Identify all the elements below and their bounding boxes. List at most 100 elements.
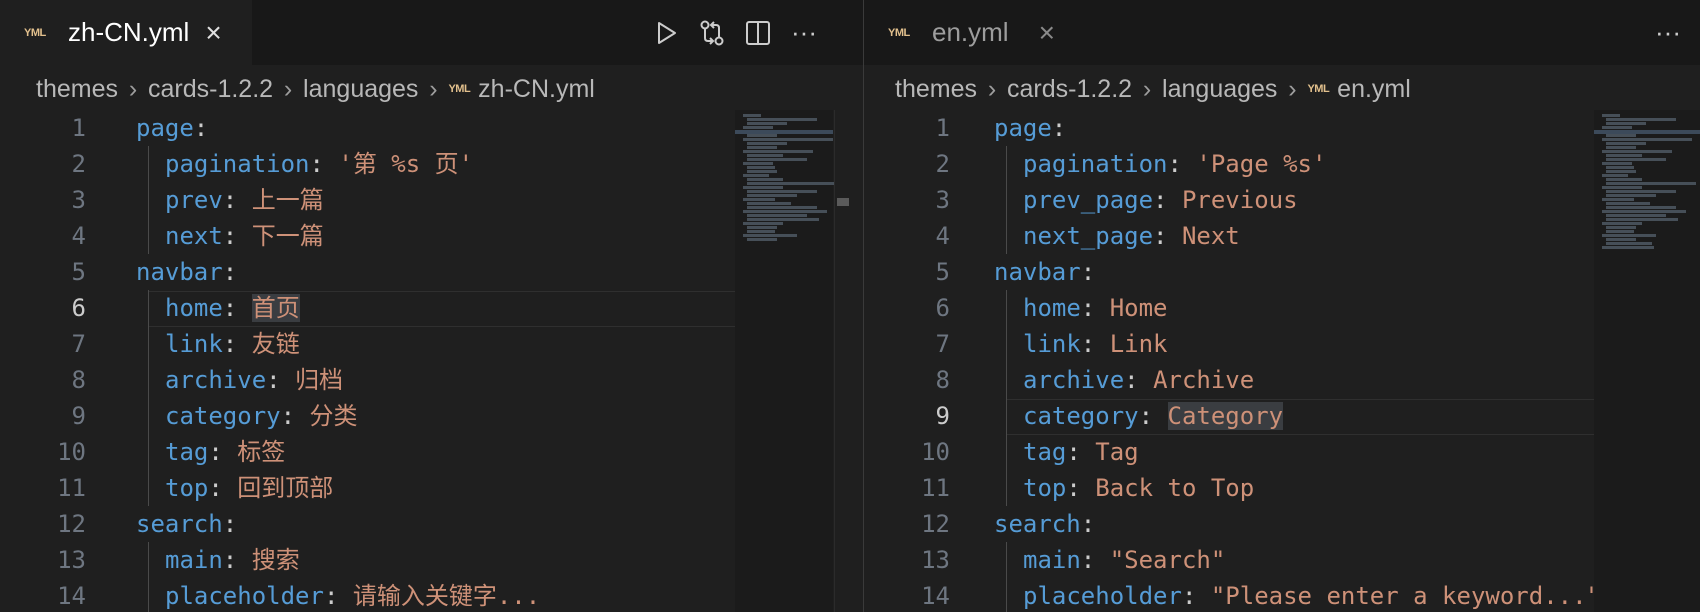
code-text: top: Back to Top [1023,470,1254,506]
breadcrumb-item[interactable]: themes [36,75,118,104]
code-line[interactable]: 1 page: [864,110,1700,146]
yaml-key: top [165,474,209,502]
line-number: 11 [57,474,86,502]
breadcrumb-item[interactable]: en.yml [1337,75,1411,104]
line-number: 11 [921,474,950,502]
line-number: 5 [71,258,86,286]
code-editor[interactable]: 1 page: 2 pagination: '第 %s 页' 3 prev: 上一篇 4 ne… [0,110,863,612]
code-line[interactable]: 13 main: "Search" [864,542,1700,578]
minimap[interactable] [735,110,837,612]
code-line[interactable]: 8 archive: Archive [864,362,1700,398]
yaml-colon: : [1080,294,1110,322]
code-line[interactable]: 12 search: [864,506,1700,542]
yaml-file-icon: YML [1307,83,1330,95]
code-line[interactable]: 10 tag: 标签 [0,434,863,470]
code-line[interactable]: 9 category: Category [864,398,1700,434]
scrollbar-thumb[interactable] [837,198,849,206]
code-line[interactable]: 4 next: 下一篇 [0,218,863,254]
minimap-line [747,218,819,221]
code-line[interactable]: 11 top: 回到顶部 [0,470,863,506]
editor-group-left: YML zh-CN.yml × ··· themes › cards-1.2.2… [0,0,863,612]
yaml-value: 标签 [237,438,286,466]
yaml-key: page [136,114,194,142]
code-line[interactable]: 6 home: Home [864,290,1700,326]
yaml-file-icon: YML [24,26,46,39]
yaml-key: top [1023,474,1067,502]
code-text: navbar: [994,254,1095,290]
breadcrumb-item[interactable]: languages [303,75,418,104]
minimap-slider[interactable] [1594,130,1700,134]
yaml-key: prev_page [1023,186,1154,214]
yaml-colon: : [222,258,238,286]
code-line[interactable]: 3 prev: 上一篇 [0,182,863,218]
code-line[interactable]: 13 main: 搜索 [0,542,863,578]
code-line[interactable]: 6 home: 首页 [0,290,863,326]
code-line[interactable]: 4 next_page: Next [864,218,1700,254]
more-actions-icon[interactable]: ··· [786,15,822,51]
code-line[interactable]: 2 pagination: 'Page %s' [864,146,1700,182]
yaml-colon: : [1051,114,1067,142]
vertical-scrollbar[interactable] [834,110,849,612]
minimap-line [747,194,797,197]
yaml-value: Link [1109,330,1168,358]
code-line[interactable]: 5 navbar: [864,254,1700,290]
yaml-value: 搜索 [251,546,300,574]
breadcrumb-item[interactable]: cards-1.2.2 [1007,75,1132,104]
chevron-right-icon: › [987,74,997,103]
code-line[interactable]: 7 link: Link [864,326,1700,362]
breadcrumb-item[interactable]: zh-CN.yml [478,75,595,104]
minimap-line [1602,150,1672,153]
code-line[interactable]: 12 search: [0,506,863,542]
code-line[interactable]: 14 placeholder: "Please enter a keyword..… [864,578,1700,612]
line-number: 1 [71,114,86,142]
more-actions-icon[interactable]: ··· [1650,15,1686,51]
close-icon[interactable]: × [205,18,221,47]
breadcrumb-item[interactable]: languages [1162,75,1277,104]
minimap-line [743,150,813,153]
editor-group-right: YML en.yml × ··· themes › cards-1.2.2 › … [864,0,1700,612]
yaml-colon: : [1181,582,1211,610]
minimap-slider[interactable] [735,130,833,134]
code-line[interactable]: 14 placeholder: 请输入关键字... [0,578,863,612]
code-line[interactable]: 10 tag: Tag [864,434,1700,470]
tab-label: en.yml [932,17,1009,47]
yaml-colon: : [309,150,339,178]
code-line[interactable]: 11 top: Back to Top [864,470,1700,506]
minimap-line [743,174,769,177]
code-line[interactable]: 3 prev_page: Previous [864,182,1700,218]
minimap[interactable] [1594,110,1700,612]
minimap-line [747,146,777,149]
minimap-line [743,234,797,237]
yaml-key: navbar [994,258,1081,286]
close-icon[interactable]: × [1039,18,1055,47]
yaml-colon: : [222,546,252,574]
yaml-key: placeholder [1023,582,1182,610]
breadcrumb-item[interactable]: themes [895,75,977,104]
minimap-line [1606,170,1636,173]
minimap-line [1606,218,1678,221]
split-editor-icon[interactable] [740,15,776,51]
code-line[interactable]: 9 category: 分类 [0,398,863,434]
breadcrumb-item[interactable]: cards-1.2.2 [148,75,273,104]
code-text: home: Home [1023,290,1168,326]
run-icon[interactable] [648,15,684,51]
tab-en-yml[interactable]: YML en.yml × [864,0,1100,65]
minimap-line [743,210,827,213]
yaml-colon: : [222,186,252,214]
source-control-compare-icon[interactable] [694,15,730,51]
code-text: next_page: Next [1023,218,1240,254]
code-line[interactable]: 8 archive: 归档 [0,362,863,398]
yaml-colon: : [222,330,252,358]
code-line[interactable]: 2 pagination: '第 %s 页' [0,146,863,182]
code-line[interactable]: 5 navbar: [0,254,863,290]
tab-label: zh-CN.yml [68,17,190,47]
code-editor[interactable]: 1 page: 2 pagination: 'Page %s' 3 prev_page: … [864,110,1700,612]
yaml-key: home [1023,294,1081,322]
code-text: archive: Archive [1023,362,1254,398]
code-line[interactable]: 7 link: 友链 [0,326,863,362]
minimap-line [1602,138,1692,141]
code-line[interactable]: 1 page: [0,110,863,146]
minimap-line [747,190,817,193]
yaml-file-icon: YML [448,83,471,95]
tab-zh-cn-yml[interactable]: YML zh-CN.yml × [0,0,252,65]
